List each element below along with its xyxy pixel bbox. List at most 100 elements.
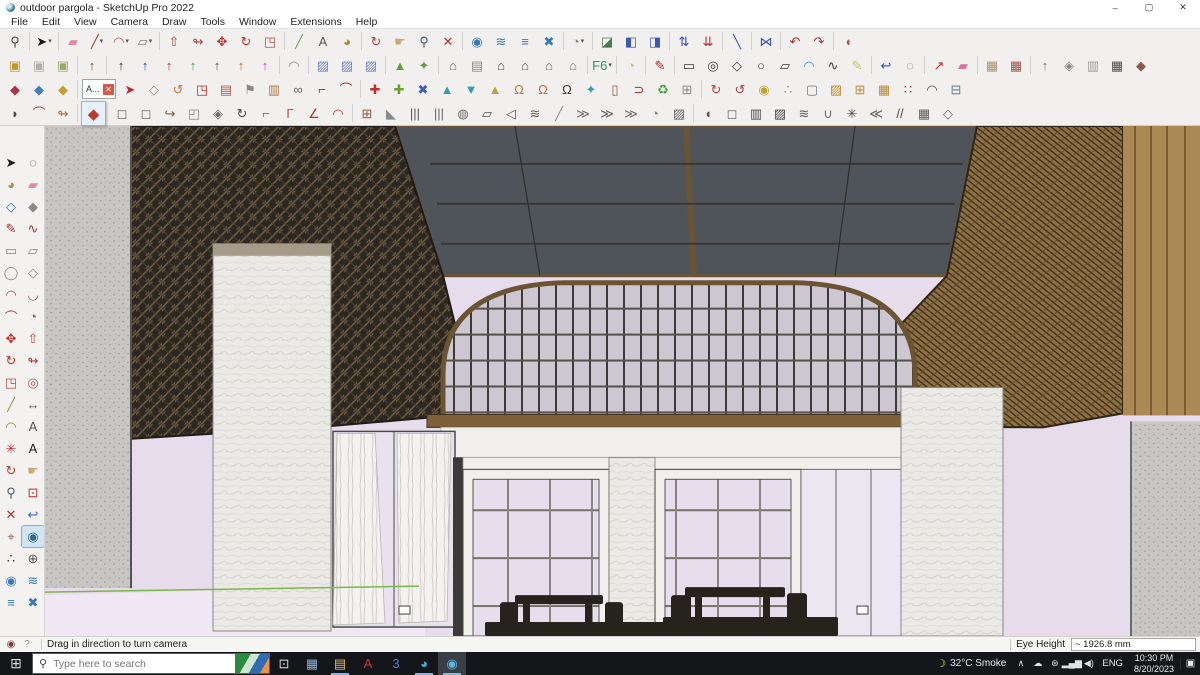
zoom-icon[interactable]: ⚲ <box>0 482 22 503</box>
draw-freehand-icon[interactable]: ∿ <box>822 54 844 76</box>
toggle-terrain-icon[interactable]: ≋ <box>22 570 44 591</box>
style-blue-icon[interactable]: ◆ <box>28 78 50 100</box>
house-front-icon[interactable]: ⌂ <box>490 54 512 76</box>
box-green-icon[interactable]: ▣ <box>52 54 74 76</box>
selection-handle[interactable] <box>856 605 869 615</box>
corner-line-icon[interactable]: ⌐ <box>311 78 333 100</box>
geolocation-icon[interactable]: ◉ <box>4 638 18 652</box>
panel-stack-icon[interactable]: ≋ <box>524 102 546 124</box>
paint-bucket-icon[interactable]: ◕ <box>336 30 358 52</box>
scale-blob-icon[interactable]: ◔ <box>644 102 666 124</box>
weld-edges-icon[interactable]: ╲ <box>726 30 748 52</box>
push-brown-n-icon[interactable]: ↑ <box>206 54 228 76</box>
extension-warehouse-icon[interactable]: ✖ <box>538 30 560 52</box>
rectangle-icon[interactable]: ▱ ▾ <box>134 30 156 52</box>
box-wire-icon[interactable]: ▢ <box>801 78 823 100</box>
arc-red-icon[interactable]: ◠ <box>327 102 349 124</box>
fan-louver-icon[interactable]: ∪ <box>817 102 839 124</box>
corner-red-icon[interactable]: ◳ <box>191 78 213 100</box>
pan-icon[interactable]: ☛ <box>22 460 44 481</box>
ramp-hatch-icon[interactable]: ▨ <box>668 102 690 124</box>
zoom-extents-icon[interactable]: ✕ <box>437 30 459 52</box>
extension-warehouse-icon[interactable]: ✖ <box>22 592 44 613</box>
style-yellow-icon[interactable]: ◆ <box>52 78 74 100</box>
house-roof-icon[interactable]: ⌂ <box>514 54 536 76</box>
solid-trim-icon[interactable]: ◨ <box>644 30 666 52</box>
push-pull-icon[interactable]: ⇧ <box>163 30 185 52</box>
menu-tools[interactable]: Tools <box>193 16 232 28</box>
bowtie-tool-icon[interactable]: ⋈ <box>755 30 777 52</box>
purge-tool-icon[interactable]: ◖ <box>837 30 859 52</box>
draw-arc-blue-icon[interactable]: ◠ <box>798 54 820 76</box>
combo-close-icon[interactable]: ✕ <box>103 83 114 95</box>
help-icon[interactable]: ? <box>20 638 34 652</box>
house-outline-icon[interactable]: ⌂ <box>538 54 560 76</box>
bend-orange-icon[interactable]: ↺ <box>167 78 189 100</box>
outline-shape-1-icon[interactable]: ◻ <box>111 102 133 124</box>
circle-icon[interactable]: ◯ <box>0 262 22 283</box>
two-point-arc-icon[interactable]: ◡ <box>22 284 44 305</box>
fin-block-icon[interactable]: ▥ <box>745 102 767 124</box>
menu-extensions[interactable]: Extensions <box>283 16 348 28</box>
move-icon[interactable]: ✥ <box>211 30 233 52</box>
drop-teal-icon[interactable]: ▲ <box>436 78 458 100</box>
taskbar-search[interactable]: ⚲ <box>32 653 270 674</box>
cone-yellow-icon[interactable]: ▲ <box>484 78 506 100</box>
section-slash-1-icon[interactable]: ▨ <box>312 54 334 76</box>
diamond-outline-icon[interactable]: ◇ <box>143 78 165 100</box>
push-pull-icon[interactable]: ⇧ <box>22 328 44 349</box>
f6-camera-icon[interactable]: F6 ▾ <box>591 54 613 76</box>
search-input[interactable] <box>53 657 235 670</box>
menu-help[interactable]: Help <box>349 16 385 28</box>
frame-window-icon[interactable]: ⊞ <box>356 102 378 124</box>
add-location-icon[interactable]: ◉ <box>466 30 488 52</box>
autocad-taskbar-icon[interactable]: A <box>354 652 382 675</box>
follow-me-icon[interactable]: ↬ <box>187 30 209 52</box>
grid-2x2-icon[interactable]: ⊞ <box>849 78 871 100</box>
scale-icon[interactable]: ◳ <box>0 372 22 393</box>
fin-left-icon[interactable]: ≪ <box>865 102 887 124</box>
copy-stack-icon[interactable]: ⊞ <box>676 78 698 100</box>
tape-measure-icon[interactable]: ╱ <box>0 394 22 415</box>
three-point-arc-icon[interactable]: ⌒ <box>0 306 22 327</box>
round-array-icon[interactable]: ◍ <box>452 102 474 124</box>
fin-arrow-3-icon[interactable]: ≫ <box>620 102 642 124</box>
zoom-icon[interactable]: ⚲ <box>413 30 435 52</box>
offset-icon[interactable]: ◎ <box>22 372 44 393</box>
grid-boxes-icon[interactable]: ⊟ <box>945 78 967 100</box>
sign-in-icon[interactable]: ◔ ▾ <box>567 30 589 52</box>
selection-handle[interactable] <box>398 605 411 615</box>
angle-tool-icon[interactable]: ∠ <box>303 102 325 124</box>
flip-blue-icon[interactable]: ↩ <box>875 54 897 76</box>
corner-tool-2-icon[interactable]: Γ <box>279 102 301 124</box>
menu-camera[interactable]: Camera <box>104 16 155 28</box>
from-contours-icon[interactable]: ▦ <box>981 54 1003 76</box>
style-diamond-icon[interactable]: ◆ <box>81 101 106 126</box>
panel-curve-icon[interactable]: ◖ <box>697 102 719 124</box>
curve-dots-red-icon[interactable]: ⌒ <box>28 102 50 124</box>
rotate-icon[interactable]: ↻ <box>0 350 22 371</box>
plus-green-icon[interactable]: ✚ <box>388 78 410 100</box>
pie-icon[interactable]: ◔ <box>22 306 44 327</box>
door-frame-icon[interactable]: ◻ <box>721 102 743 124</box>
position-target-icon[interactable]: ⊕ <box>22 548 44 569</box>
smoove-icon[interactable]: ↑ <box>1034 54 1056 76</box>
start-button[interactable]: ⊞ <box>0 652 32 675</box>
shape-blob-icon[interactable]: ◗ <box>4 102 26 124</box>
follow-me-icon[interactable]: ↬ <box>22 350 44 371</box>
house-iso-icon[interactable]: ⌂ <box>442 54 464 76</box>
three-d-text-icon[interactable]: A <box>22 438 44 459</box>
text-icon[interactable]: A <box>22 416 44 437</box>
horseshoe-3-icon[interactable]: Ω <box>556 78 578 100</box>
undo-icon[interactable]: ↶ <box>784 30 806 52</box>
menu-edit[interactable]: Edit <box>35 16 67 28</box>
recycle-green-icon[interactable]: ♻ <box>652 78 674 100</box>
line-icon[interactable]: ✎ <box>0 218 22 239</box>
paper-fold-icon[interactable]: ◔ <box>620 54 642 76</box>
push-brown-icon[interactable]: ↑ <box>81 54 103 76</box>
box-orange-icon[interactable]: ▥ <box>263 78 285 100</box>
panel-lines-icon[interactable]: ▤ <box>215 78 237 100</box>
select-icon[interactable]: ➤ <box>0 152 22 173</box>
hatch-square-icon[interactable]: ▨ <box>825 78 847 100</box>
section-slash-2-icon[interactable]: ▨ <box>336 54 358 76</box>
